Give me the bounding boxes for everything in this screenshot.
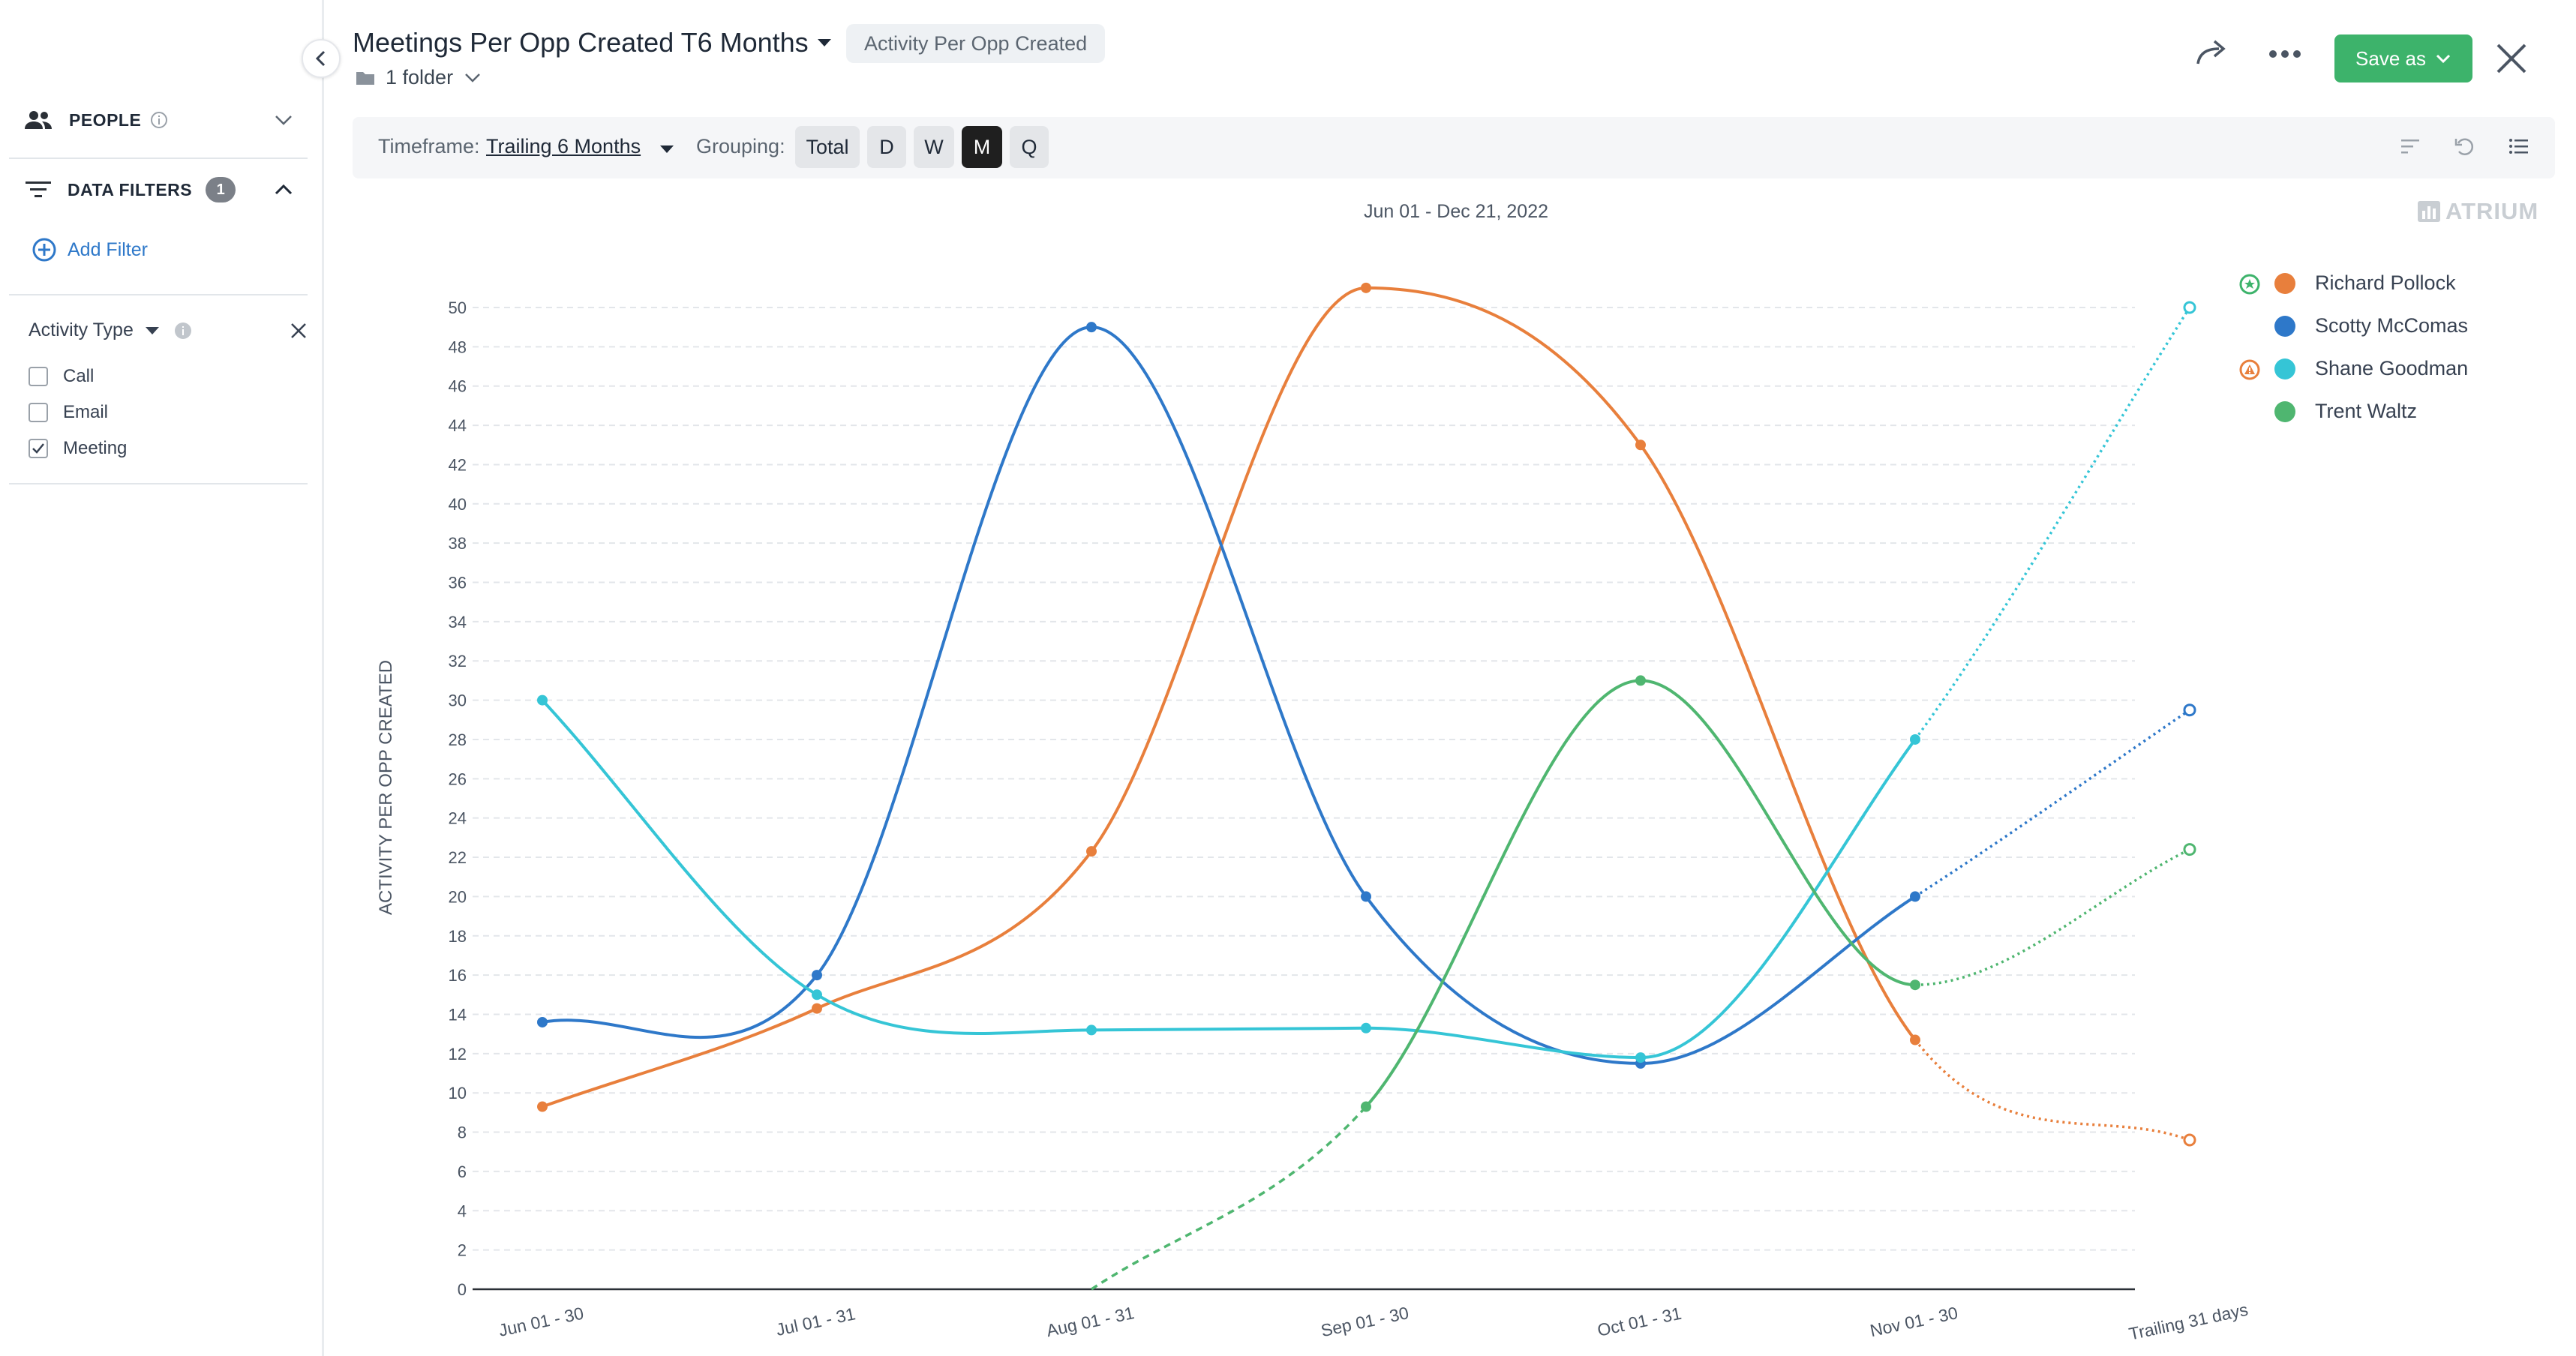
series-line-projected-richard-pollock bbox=[1914, 1039, 2190, 1142]
data-point-trent-waltz[interactable] bbox=[1910, 980, 1920, 991]
data-point-richard-pollock[interactable] bbox=[1635, 440, 1646, 451]
chevron-left-icon bbox=[315, 50, 326, 67]
series-line-projected-scotty-mccomas bbox=[1914, 709, 2190, 898]
data-point-scotty-mccomas[interactable] bbox=[1361, 891, 1371, 902]
data-point-richard-pollock[interactable] bbox=[2183, 1133, 2196, 1147]
y-tick-label: 0 bbox=[458, 1280, 467, 1299]
data-point-scotty-mccomas[interactable] bbox=[812, 970, 822, 981]
y-tick-label: 36 bbox=[449, 574, 467, 592]
y-axis-label: ACTIVITY PER OPP CREATED bbox=[376, 660, 396, 915]
collapse-sidebar-button[interactable] bbox=[302, 39, 341, 78]
legend-label: Richard Pollock bbox=[2315, 272, 2456, 294]
data-point-richard-pollock[interactable] bbox=[1361, 282, 1371, 293]
y-tick-label: 50 bbox=[449, 298, 467, 317]
y-tick-label: 34 bbox=[449, 613, 467, 632]
data-point-trent-waltz[interactable] bbox=[2183, 843, 2196, 856]
y-tick-label: 38 bbox=[449, 534, 467, 553]
data-point-richard-pollock[interactable] bbox=[537, 1101, 548, 1112]
legend-item[interactable]: Shane Goodman bbox=[2235, 357, 2468, 380]
data-point-shane-goodman[interactable] bbox=[537, 694, 548, 706]
data-point-scotty-mccomas[interactable] bbox=[537, 1016, 548, 1028]
data-point-shane-goodman[interactable] bbox=[812, 989, 822, 1000]
legend-label: Shane Goodman bbox=[2315, 357, 2469, 380]
y-tick-label: 40 bbox=[449, 495, 467, 514]
x-tick-label: Jul 01 - 31 bbox=[774, 1304, 857, 1340]
data-point-scotty-mccomas[interactable] bbox=[1086, 322, 1097, 333]
y-tick-label: 10 bbox=[449, 1084, 467, 1102]
data-point-richard-pollock[interactable] bbox=[1086, 846, 1097, 857]
legend-swatch bbox=[2274, 400, 2295, 422]
y-tick-label: 22 bbox=[449, 848, 467, 867]
legend-swatch bbox=[2274, 272, 2295, 294]
y-tick-label: 26 bbox=[449, 770, 467, 788]
series-line-trent-waltz bbox=[1365, 679, 1916, 1108]
legend-item[interactable]: Scotty McComas bbox=[2235, 314, 2468, 338]
legend-item[interactable]: Richard Pollock bbox=[2235, 272, 2456, 295]
warning-badge-icon bbox=[2239, 359, 2260, 380]
data-point-shane-goodman[interactable] bbox=[1086, 1024, 1097, 1036]
y-tick-label: 42 bbox=[449, 455, 467, 474]
y-tick-label: 4 bbox=[458, 1202, 467, 1220]
series-line-scotty-mccomas bbox=[542, 326, 1917, 1065]
series-line-projected-shane-goodman bbox=[1914, 307, 2191, 740]
y-tick-label: 32 bbox=[449, 652, 467, 670]
legend-swatch bbox=[2274, 358, 2295, 380]
data-point-scotty-mccomas[interactable] bbox=[2183, 704, 2196, 717]
y-tick-label: 14 bbox=[449, 1005, 467, 1024]
star-badge-icon bbox=[2239, 274, 2260, 295]
data-point-trent-waltz[interactable] bbox=[1635, 675, 1646, 686]
y-tick-label: 30 bbox=[449, 692, 467, 710]
y-tick-label: 18 bbox=[449, 927, 467, 946]
line-chart: 0246810121416182022242628303234363840424… bbox=[376, 282, 2250, 1344]
y-tick-label: 16 bbox=[449, 966, 467, 985]
y-tick-label: 24 bbox=[449, 809, 467, 828]
x-tick-label: Trailing 31 days bbox=[2127, 1300, 2250, 1344]
x-tick-label: Sep 01 - 30 bbox=[1319, 1303, 1410, 1340]
y-tick-label: 8 bbox=[458, 1124, 467, 1142]
data-point-richard-pollock[interactable] bbox=[812, 1003, 822, 1014]
data-point-scotty-mccomas[interactable] bbox=[1910, 891, 1920, 902]
legend-item[interactable]: Trent Waltz bbox=[2235, 400, 2417, 423]
y-tick-label: 46 bbox=[449, 377, 467, 396]
x-tick-label: Oct 01 - 31 bbox=[1596, 1304, 1683, 1340]
series-line-dashed-trent-waltz bbox=[1091, 1106, 1368, 1291]
legend-label: Scotty McComas bbox=[2315, 314, 2469, 337]
y-tick-label: 44 bbox=[449, 416, 467, 435]
x-tick-label: Nov 01 - 30 bbox=[1868, 1303, 1959, 1340]
data-point-shane-goodman[interactable] bbox=[1635, 1052, 1646, 1064]
y-tick-label: 2 bbox=[458, 1241, 467, 1260]
y-tick-label: 6 bbox=[458, 1162, 467, 1181]
x-tick-label: Aug 01 - 31 bbox=[1044, 1303, 1136, 1340]
series-line-shane-goodman bbox=[541, 699, 1917, 1060]
data-point-shane-goodman[interactable] bbox=[1910, 734, 1920, 745]
legend-label: Trent Waltz bbox=[2315, 400, 2418, 422]
y-tick-label: 20 bbox=[449, 887, 467, 906]
data-point-shane-goodman[interactable] bbox=[2183, 301, 2196, 314]
legend-swatch bbox=[2274, 315, 2295, 337]
y-tick-label: 28 bbox=[449, 730, 467, 749]
y-tick-label: 48 bbox=[449, 338, 467, 356]
series-line-richard-pollock bbox=[542, 286, 1917, 1108]
data-point-trent-waltz[interactable] bbox=[1361, 1101, 1371, 1112]
data-point-shane-goodman[interactable] bbox=[1361, 1022, 1371, 1034]
y-tick-label: 12 bbox=[449, 1045, 467, 1064]
x-tick-label: Jun 01 - 30 bbox=[497, 1303, 585, 1340]
data-point-richard-pollock[interactable] bbox=[1910, 1034, 1920, 1046]
